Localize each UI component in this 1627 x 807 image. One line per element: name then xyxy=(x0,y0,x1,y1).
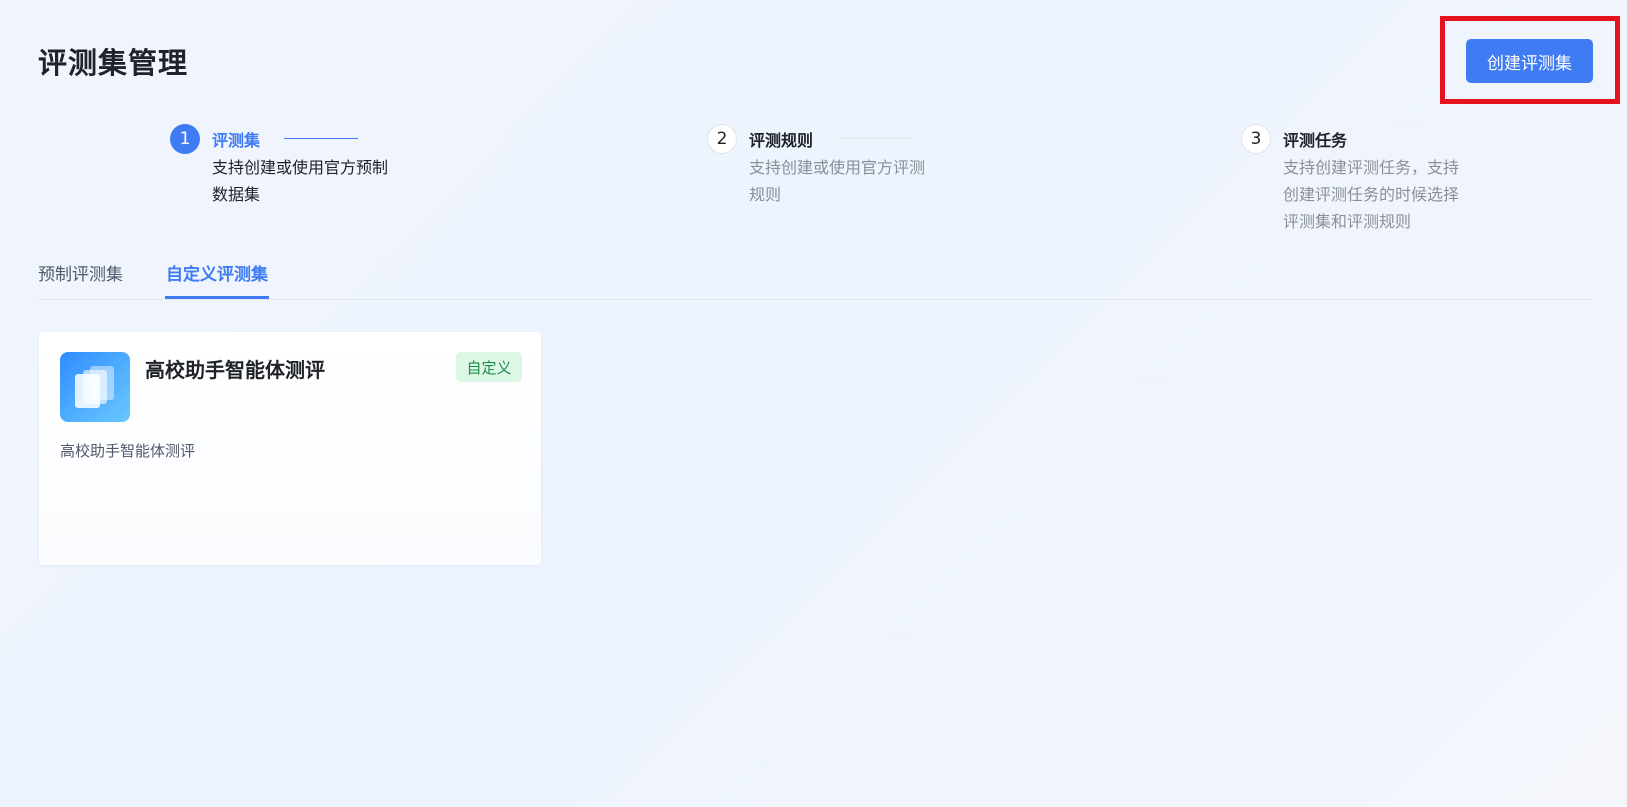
step-connector-line xyxy=(839,138,913,139)
step-number-badge: 3 xyxy=(1241,124,1271,154)
step-description: 支持创建或使用官方评测规则 xyxy=(749,158,926,204)
step-number-badge: 1 xyxy=(170,124,200,154)
active-tab-indicator xyxy=(165,296,269,299)
card-title: 高校助手智能体测评 xyxy=(145,358,325,382)
create-evaluation-set-button[interactable]: 创建评测集 xyxy=(1466,39,1593,83)
stacked-documents-icon xyxy=(60,352,130,422)
tab-preset-evaluation-sets[interactable]: 预制评测集 xyxy=(38,260,123,297)
step-title: 评测规则 xyxy=(749,131,814,150)
step-description: 支持创建评测任务，支持创建评测任务的时候选择评测集和评测规则 xyxy=(1283,158,1460,231)
evaluation-set-card[interactable]: 高校助手智能体测评 自定义 高校助手智能体测评 xyxy=(39,332,541,565)
step-description: 支持创建或使用官方预制数据集 xyxy=(212,158,389,204)
step-title: 评测任务 xyxy=(1283,131,1348,150)
step-number-badge: 2 xyxy=(707,124,737,154)
card-type-badge: 自定义 xyxy=(456,352,522,382)
evaluation-set-management-page: 评测集管理 创建评测集 1 评测集 支持创建或使用官方预制数据集 2 评测规则 … xyxy=(0,0,1627,807)
card-description: 高校助手智能体测评 xyxy=(60,442,196,460)
evaluation-set-tabs: 预制评测集 自定义评测集 xyxy=(38,256,1593,300)
tab-custom-evaluation-sets[interactable]: 自定义评测集 xyxy=(166,260,268,297)
step-connector-line xyxy=(284,138,358,139)
step-title: 评测集 xyxy=(212,131,261,150)
page-title: 评测集管理 xyxy=(38,46,189,80)
